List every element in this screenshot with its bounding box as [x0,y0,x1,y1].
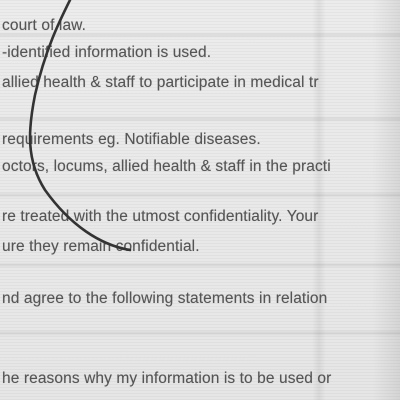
scan-shadow-strip [312,0,326,400]
document-text-line: allied health & staff to participate in … [2,74,319,91]
document-text-line: court of law. [2,17,87,34]
scan-shadow-edge [372,0,400,400]
scan-band [0,330,400,336]
document-text-line: he reasons why my information is to be u… [2,370,332,387]
document-text-line: requirements eg. Notifiable diseases. [2,131,261,148]
document-text-line: re treated with the utmost confidentiali… [2,208,319,225]
document-text-line: ure they remain confidential. [2,238,200,255]
scan-band [0,116,400,122]
scan-band [0,192,400,198]
scan-band [0,262,400,268]
document-text-line: nd agree to the following statements in … [2,290,328,307]
scanned-document-page: court of law. -identified information is… [0,0,400,400]
document-text-line: -identified information is used. [2,44,212,61]
document-text-line: octors, locums, allied health & staff in… [2,158,331,175]
